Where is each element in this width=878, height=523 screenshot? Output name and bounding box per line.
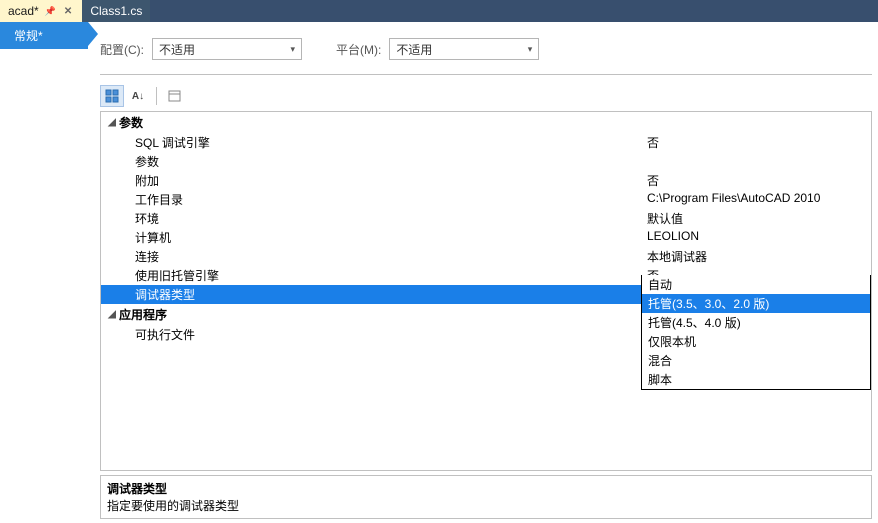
prop-key: 连接: [101, 247, 641, 266]
prop-key: 可执行文件: [101, 325, 641, 344]
option-native-only[interactable]: 仅限本机: [642, 332, 870, 351]
platform-dropdown[interactable]: 不适用 ▾: [389, 38, 539, 60]
prop-key: SQL 调试引擎: [101, 133, 641, 152]
prop-value[interactable]: 否: [641, 171, 871, 190]
category-label: 应用程序: [119, 306, 167, 323]
collapse-icon: ◢: [105, 309, 119, 320]
option-mixed[interactable]: 混合: [642, 351, 870, 370]
sort-az-icon: A↓: [132, 91, 144, 102]
categorized-icon: [105, 89, 119, 103]
prop-key: 使用旧托管引擎: [101, 266, 641, 285]
property-pages-icon: [168, 89, 182, 103]
toolbar-separator: [156, 87, 157, 105]
description-title: 调试器类型: [107, 480, 865, 497]
categorized-button[interactable]: [100, 85, 124, 107]
category-parameters[interactable]: ◢ 参数: [101, 112, 871, 133]
category-label: 参数: [119, 114, 143, 131]
prop-row-env[interactable]: 环境 默认值: [101, 209, 871, 228]
prop-key: 环境: [101, 209, 641, 228]
rail-tab-label: 常规*: [14, 27, 43, 44]
prop-row-workdir[interactable]: 工作目录 C:\Program Files\AutoCAD 2010: [101, 190, 871, 209]
left-rail: 常规*: [0, 22, 88, 49]
pin-icon[interactable]: 📌: [45, 6, 56, 17]
chevron-down-icon: ▾: [290, 44, 295, 55]
prop-value[interactable]: [641, 152, 871, 171]
config-label: 配置(C):: [100, 41, 144, 58]
prop-key: 附加: [101, 171, 641, 190]
prop-key: 工作目录: [101, 190, 641, 209]
rail-tab-general[interactable]: 常规*: [0, 22, 88, 49]
prop-value[interactable]: 默认值: [641, 209, 871, 228]
prop-key: 参数: [101, 152, 641, 171]
prop-row-sql[interactable]: SQL 调试引擎 否: [101, 133, 871, 152]
prop-value[interactable]: C:\Program Files\AutoCAD 2010: [641, 190, 871, 209]
prop-value[interactable]: LEOLION: [641, 228, 871, 247]
close-icon[interactable]: ✕: [62, 6, 74, 17]
prop-row-attach[interactable]: 附加 否: [101, 171, 871, 190]
prop-key: 调试器类型: [101, 285, 641, 304]
propgrid-toolbar: A↓: [100, 85, 872, 111]
prop-row-computer[interactable]: 计算机 LEOLION: [101, 228, 871, 247]
debugger-type-dropdown-list[interactable]: 自动 托管(3.5、3.0、2.0 版) 托管(4.5、4.0 版) 仅限本机 …: [641, 275, 871, 390]
collapse-icon: ◢: [105, 117, 119, 128]
tab-class1[interactable]: Class1.cs: [82, 0, 150, 22]
property-grid-body: ◢ 参数 SQL 调试引擎 否 参数 附加 否 工作目录 C:\Program …: [101, 112, 871, 470]
property-page: 配置(C): 不适用 ▾ 平台(M): 不适用 ▾ A↓: [100, 30, 872, 519]
property-pages-button[interactable]: [163, 85, 187, 107]
chevron-down-icon: ▾: [528, 44, 533, 55]
platform-value: 不适用: [396, 41, 432, 58]
option-managed-35[interactable]: 托管(3.5、3.0、2.0 版): [642, 294, 870, 313]
prop-value[interactable]: 本地调试器: [641, 247, 871, 266]
prop-row-args[interactable]: 参数: [101, 152, 871, 171]
tab-acad[interactable]: acad* 📌 ✕: [0, 0, 82, 22]
tab-label: Class1.cs: [90, 4, 142, 18]
config-dropdown[interactable]: 不适用 ▾: [152, 38, 302, 60]
tab-label: acad*: [8, 4, 39, 18]
description-panel: 调试器类型 指定要使用的调试器类型: [100, 475, 872, 519]
alphabetical-button[interactable]: A↓: [126, 85, 150, 107]
option-managed-45[interactable]: 托管(4.5、4.0 版): [642, 313, 870, 332]
platform-label: 平台(M):: [336, 41, 381, 58]
prop-key: 计算机: [101, 228, 641, 247]
document-tabbar: acad* 📌 ✕ Class1.cs: [0, 0, 878, 22]
description-body: 指定要使用的调试器类型: [107, 497, 865, 514]
prop-value[interactable]: 否: [641, 133, 871, 152]
property-grid: ◢ 参数 SQL 调试引擎 否 参数 附加 否 工作目录 C:\Program …: [100, 111, 872, 471]
option-script[interactable]: 脚本: [642, 370, 870, 389]
prop-row-connect[interactable]: 连接 本地调试器: [101, 247, 871, 266]
option-auto[interactable]: 自动: [642, 275, 870, 294]
config-value: 不适用: [159, 41, 195, 58]
config-row: 配置(C): 不适用 ▾ 平台(M): 不适用 ▾: [100, 30, 872, 75]
